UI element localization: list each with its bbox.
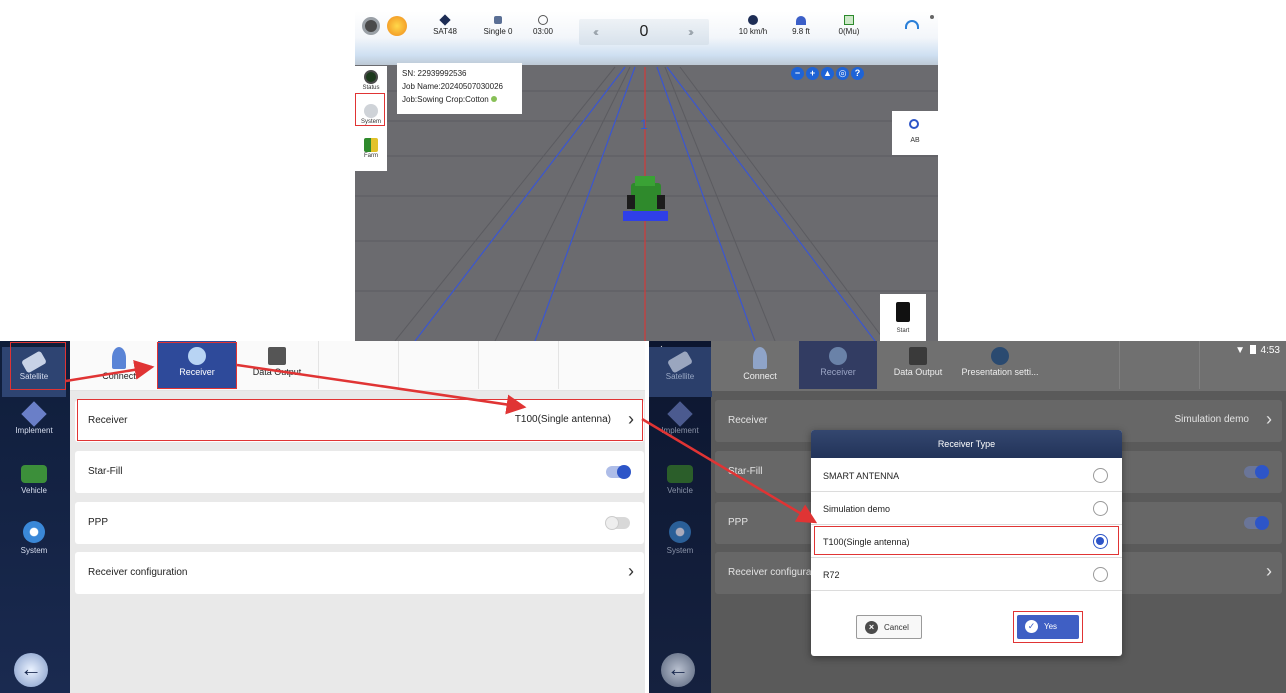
annotation-arrows [65,359,818,524]
arrow-row-to-option [641,417,818,524]
arrow-satellite-to-receiver [65,359,155,383]
arrow-receiver-to-row [236,363,527,415]
